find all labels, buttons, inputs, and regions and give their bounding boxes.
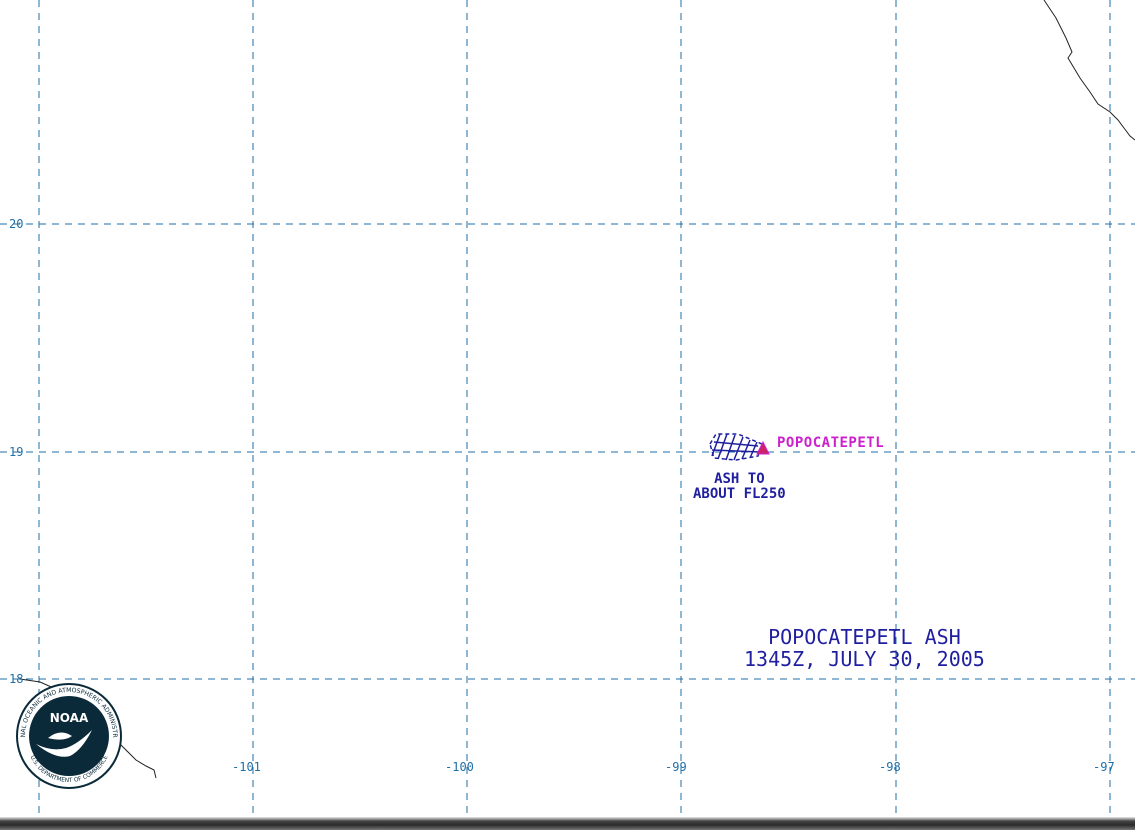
lon-label-minus-101: -101 bbox=[232, 760, 261, 774]
lat-label-19: 19 bbox=[9, 445, 24, 459]
noaa-logo: NOAA NATIONAL OCEANIC AND ATMOSPHERIC AD… bbox=[0, 0, 122, 789]
ash-plume-area bbox=[709, 433, 763, 461]
ash-annotation-line1: ASH TO bbox=[714, 471, 765, 487]
ash-hatch bbox=[741, 439, 751, 460]
lon-label-minus-100: -100 bbox=[445, 760, 474, 774]
ash-hatch bbox=[733, 436, 744, 461]
lon-label-minus-97: -97 bbox=[1093, 760, 1115, 774]
map-title-line2: 1345Z, JULY 30, 2005 bbox=[744, 647, 985, 671]
lon-label-minus-98: -98 bbox=[879, 760, 901, 774]
logo-ring-text: NATIONAL OCEANIC AND ATMOSPHERIC ADMINIS… bbox=[0, 0, 118, 738]
lat-label-20: 20 bbox=[9, 217, 24, 231]
ash-hatch bbox=[749, 441, 758, 459]
ash-annotation: ASH TO ABOUT FL250 bbox=[693, 472, 786, 502]
ash-hatch-h bbox=[713, 441, 759, 447]
lat-label-18: 18 bbox=[9, 672, 24, 686]
window-bottom-border bbox=[0, 817, 1135, 830]
ash-hatch bbox=[725, 434, 736, 461]
map-canvas: NOAA NATIONAL OCEANIC AND ATMOSPHERIC AD… bbox=[0, 0, 1135, 817]
logo-center-text: NOAA bbox=[50, 711, 89, 725]
lon-label-minus-99: -99 bbox=[665, 760, 687, 774]
map-title: POPOCATEPETL ASH 1345Z, JULY 30, 2005 bbox=[744, 626, 985, 670]
lat-lon-grid bbox=[0, 0, 1135, 817]
volcano-triangle-icon bbox=[756, 440, 770, 455]
ash-annotation-line2: ABOUT FL250 bbox=[693, 486, 786, 502]
volcano-name-label: POPOCATEPETL bbox=[777, 435, 885, 451]
map-title-line1: POPOCATEPETL ASH bbox=[768, 625, 961, 649]
coastline-gulf bbox=[1043, 0, 1135, 141]
